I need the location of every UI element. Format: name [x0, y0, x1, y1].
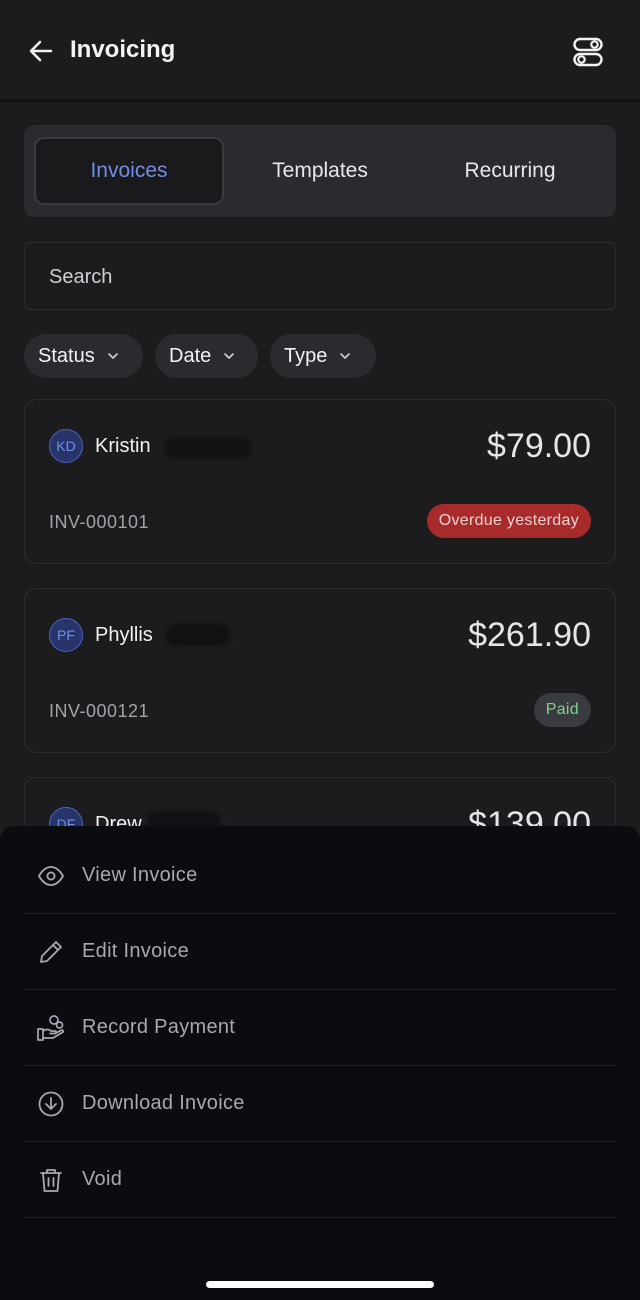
status-badge: Paid	[533, 693, 591, 727]
tab-recurring[interactable]: Recurring	[415, 137, 605, 205]
tab-invoices[interactable]: Invoices	[34, 137, 224, 205]
search-input[interactable]	[47, 243, 591, 311]
invoice-amount: $261.90	[468, 616, 591, 654]
trash-icon	[36, 1165, 66, 1195]
avatar: PF	[49, 618, 83, 652]
menu-item-label: Record Payment	[82, 1016, 236, 1038]
hand-coins-icon	[36, 1013, 66, 1043]
tab-templates[interactable]: Templates	[225, 137, 415, 205]
redacted-surname	[165, 624, 231, 646]
menu-item-download-invoice[interactable]: Download Invoice	[24, 1066, 616, 1142]
app-header: Invoicing	[0, 0, 640, 102]
back-button[interactable]	[22, 32, 60, 70]
toggles-icon	[573, 37, 603, 67]
filter-type[interactable]: Type	[270, 334, 376, 378]
chevron-down-icon	[107, 350, 119, 362]
filter-type-label: Type	[284, 344, 328, 367]
filter-status[interactable]: Status	[24, 334, 143, 378]
menu-item-label: Edit Invoice	[82, 940, 189, 962]
menu-item-label: Download Invoice	[82, 1092, 245, 1114]
invoice-number: INV-000121	[49, 701, 150, 721]
chevron-down-icon	[223, 350, 235, 362]
search-box	[24, 242, 616, 311]
redacted-surname	[165, 437, 251, 459]
menu-item-record-payment[interactable]: Record Payment	[24, 990, 616, 1066]
download-circle-icon	[36, 1089, 66, 1119]
arrow-left-icon	[29, 40, 53, 62]
eye-icon	[36, 861, 66, 891]
menu-item-label: View Invoice	[82, 864, 198, 886]
menu-item-label: Void	[82, 1168, 123, 1190]
invoice-card[interactable]: PF Phyllis $261.90 INV-000121 Paid	[24, 588, 616, 753]
settings-button[interactable]	[566, 32, 610, 72]
invoice-card[interactable]: KD Kristin $79.00 INV-000101 Overdue yes…	[24, 399, 616, 564]
customer-name: Phyllis	[95, 624, 153, 646]
home-indicator	[206, 1281, 434, 1288]
invoice-number: INV-000101	[49, 512, 150, 532]
status-badge: Overdue yesterday	[426, 504, 591, 538]
chevron-down-icon	[339, 350, 351, 362]
filter-status-label: Status	[38, 344, 95, 367]
filter-date-label: Date	[169, 344, 212, 367]
invoice-amount: $79.00	[487, 427, 591, 465]
segmented-tabs: Invoices Templates Recurring	[24, 125, 616, 217]
action-sheet: View Invoice Edit Invoice Record Payment	[0, 826, 640, 1300]
pencil-icon	[36, 937, 66, 967]
menu-item-view-invoice[interactable]: View Invoice	[24, 838, 616, 914]
avatar: KD	[49, 429, 83, 463]
filter-date[interactable]: Date	[155, 334, 258, 378]
page-title: Invoicing	[70, 36, 176, 63]
menu-item-void[interactable]: Void	[24, 1142, 616, 1218]
customer-name: Kristin	[95, 435, 151, 457]
menu-item-edit-invoice[interactable]: Edit Invoice	[24, 914, 616, 990]
